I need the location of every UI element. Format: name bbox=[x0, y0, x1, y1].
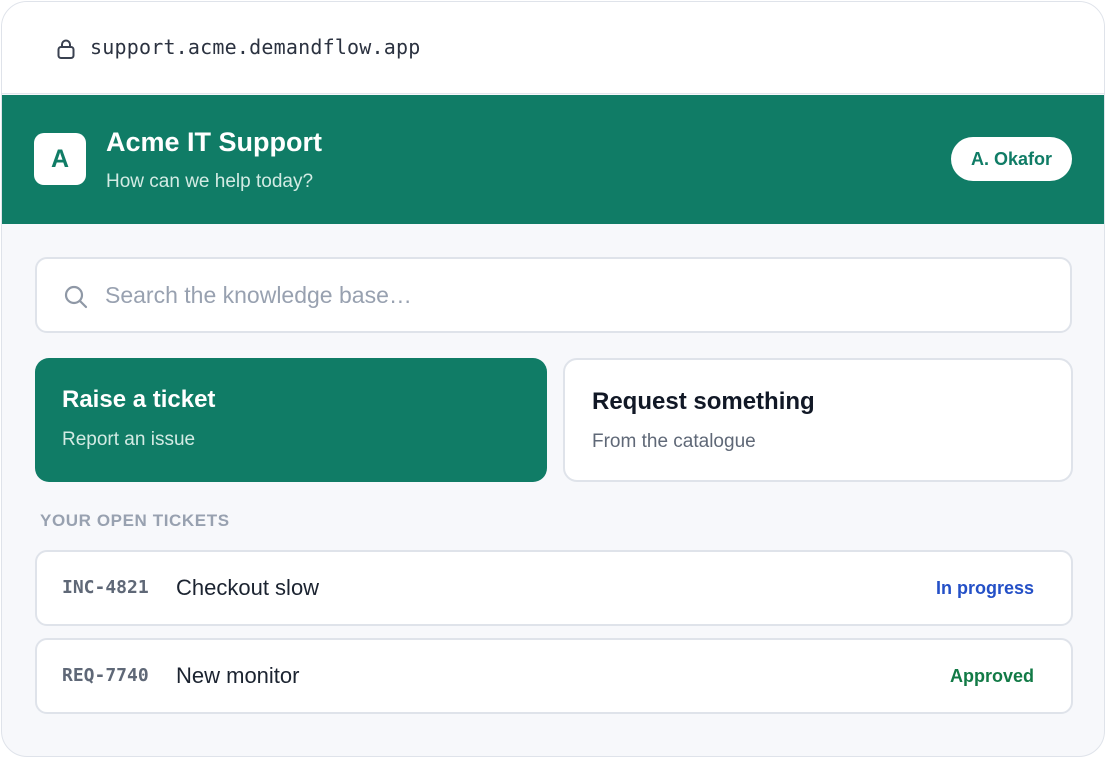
address-url[interactable]: support.acme.demandflow.app bbox=[90, 35, 421, 59]
ticket-title: Checkout slow bbox=[176, 575, 320, 600]
raise-ticket-subtitle: Report an issue bbox=[62, 429, 196, 450]
request-something-subtitle: From the catalogue bbox=[592, 431, 756, 452]
user-menu-button[interactable]: A. Okafor bbox=[950, 137, 1072, 181]
app-logo: A bbox=[34, 133, 86, 185]
ticket-id: REQ-7740 bbox=[62, 665, 149, 686]
request-something-card[interactable]: Request something From the catalogue bbox=[563, 358, 1073, 482]
ticket-id: INC-4821 bbox=[62, 577, 149, 598]
ticket-status-badge: Approved bbox=[949, 666, 1034, 686]
lock-icon bbox=[55, 38, 77, 60]
request-something-title: Request something bbox=[592, 388, 815, 415]
user-name: A. Okafor bbox=[970, 148, 1052, 169]
page-title: Acme IT Support bbox=[106, 127, 323, 157]
address-bar: support.acme.demandflow.app bbox=[2, 2, 1104, 94]
search-input[interactable] bbox=[105, 259, 1025, 331]
search-box bbox=[35, 257, 1072, 333]
app-window: support.acme.demandflow.app A Acme IT Su… bbox=[1, 1, 1105, 757]
raise-ticket-card[interactable]: Raise a ticket Report an issue bbox=[35, 358, 547, 482]
ticket-status-badge: In progress bbox=[935, 578, 1034, 598]
raise-ticket-title: Raise a ticket bbox=[62, 386, 216, 413]
portal-header: A Acme IT Support How can we help today?… bbox=[2, 95, 1104, 224]
ticket-title: New monitor bbox=[176, 663, 300, 688]
ticket-row[interactable]: INC-4821 Checkout slow In progress bbox=[35, 550, 1073, 626]
ticket-row[interactable]: REQ-7740 New monitor Approved bbox=[35, 638, 1073, 714]
search-icon bbox=[63, 284, 89, 310]
open-tickets-heading: YOUR OPEN TICKETS bbox=[40, 511, 230, 530]
page-subtitle: How can we help today? bbox=[106, 171, 314, 192]
